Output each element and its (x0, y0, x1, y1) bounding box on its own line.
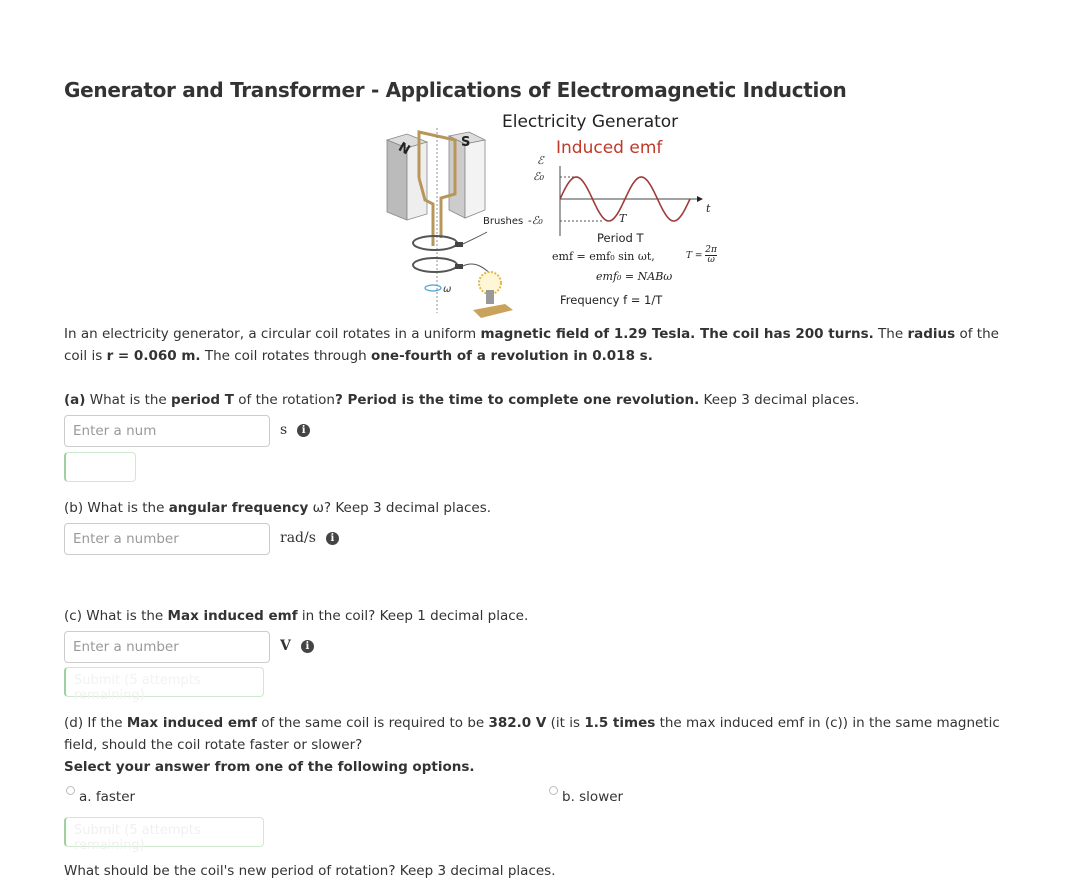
submit-c-button[interactable]: Submit (5 attempts remaining) (64, 667, 264, 703)
unit-label: V (280, 638, 291, 654)
option-faster-label: a. faster (79, 789, 136, 805)
intro-rotation-time: one-fourth of a revolution in 0.018 s. (371, 348, 653, 364)
period-formula-denominator: ω (707, 255, 715, 265)
generator-figure: N S ω Brushes Electricity Generator Indu… (375, 110, 717, 318)
question-d-bold: Max induced emf (126, 715, 257, 731)
frequency-formula: Frequency f = 1/T (560, 293, 663, 307)
answer-a-input[interactable] (64, 415, 270, 447)
emf0-formula: emf₀ = NABω (596, 270, 673, 283)
answer-b-unit: rad/s i (280, 530, 339, 546)
info-icon[interactable]: i (325, 532, 339, 545)
figure-subtitle: Induced emf (556, 138, 663, 158)
answer-b-input[interactable] (64, 523, 270, 555)
figure-title: Electricity Generator (502, 112, 679, 132)
magnet-s-label: S (461, 135, 470, 150)
answer-a-unit: si (280, 422, 311, 438)
question-d-text-part: (d) If the (64, 715, 127, 731)
period-formula-lhs: T = (686, 251, 703, 261)
y-max-label: ℰ₀ (533, 170, 545, 183)
question-a-text: (a) What is the period T of the rotation… (64, 389, 859, 411)
radio-faster[interactable] (66, 786, 75, 795)
info-icon[interactable]: i (300, 640, 314, 653)
y-axis-label: ℰ (537, 154, 544, 167)
question-d-text-part: the max induced emf in (c)) in the same … (655, 715, 1000, 731)
question-e-text: What should be the coil's new period of … (64, 863, 556, 879)
intro-text: The coil rotates through (200, 348, 372, 364)
question-d-text-part: of the same coil is required to be (256, 715, 489, 731)
question-d-instruction: Select your answer from one of the follo… (64, 759, 475, 775)
intro-radius-label: radius (907, 326, 956, 342)
info-icon[interactable]: i (297, 424, 311, 437)
question-d-text-line2: field, should the coil rotate faster or … (64, 737, 363, 753)
intro-text: of the (955, 326, 999, 342)
question-b-text-part: (b) What is the (64, 500, 169, 516)
answer-c-input[interactable] (64, 631, 270, 663)
answer-c-unit: Vi (280, 638, 314, 654)
question-c-bold: Max induced emf (167, 608, 298, 624)
question-d-text: (d) If the Max induced emf of the same c… (64, 712, 1000, 778)
emf-graph (559, 166, 703, 236)
option-faster[interactable]: a. faster (66, 786, 135, 808)
question-a-bold: period T (171, 392, 234, 408)
period-label: Period T (597, 231, 644, 245)
question-b-text: (b) What is the angular frequency ω? Kee… (64, 497, 491, 519)
period-marker-label: T (619, 212, 627, 225)
intro-text: In an electricity generator, a circular … (64, 326, 481, 342)
intro-radius-value: r = 0.060 m. (106, 348, 201, 364)
question-d-text-part: (it is (546, 715, 585, 731)
question-d-target-emf: 382.0 V (488, 715, 547, 731)
omega-label: ω (443, 284, 451, 295)
submit-a-button[interactable] (64, 452, 136, 482)
radio-slower[interactable] (549, 786, 558, 795)
page-title: Generator and Transformer - Applications… (64, 78, 847, 102)
unit-label: rad/s (280, 530, 316, 546)
option-slower-label: b. slower (562, 789, 624, 805)
question-b-bold: angular frequency (168, 500, 309, 516)
question-a-text-part: Keep 3 decimal places. (699, 392, 860, 408)
period-formula: T = 2π ω (686, 246, 717, 265)
intro-text: The (873, 326, 908, 342)
option-slower[interactable]: b. slower (549, 786, 623, 808)
problem-intro: In an electricity generator, a circular … (64, 323, 999, 367)
question-c-text: (c) What is the Max induced emf in the c… (64, 605, 528, 627)
unit-label: s (280, 422, 288, 438)
intro-text: coil is (64, 348, 107, 364)
y-min-label: -ℰ₀ (528, 214, 543, 227)
submit-d-button[interactable]: Submit (5 attempts remaining) (64, 817, 264, 853)
question-c-text-part: (c) What is the (64, 608, 168, 624)
question-a-bold: ? Period is the time to complete one rev… (334, 392, 700, 408)
question-a-text-part: What is the (85, 392, 172, 408)
t-axis-label: t (706, 202, 711, 215)
intro-field-strength: magnetic field of 1.29 Tesla. The coil h… (480, 326, 874, 342)
question-c-text-part: in the coil? Keep 1 decimal place. (297, 608, 529, 624)
question-b-text-part: ω? Keep 3 decimal places. (308, 500, 492, 516)
brushes-label: Brushes (483, 216, 524, 227)
question-a-text-part: of the rotation (233, 392, 335, 408)
emf-formula: emf = emf₀ sin ωt, (552, 250, 655, 263)
question-d-factor: 1.5 times (584, 715, 656, 731)
question-a-prefix: (a) (64, 392, 86, 408)
